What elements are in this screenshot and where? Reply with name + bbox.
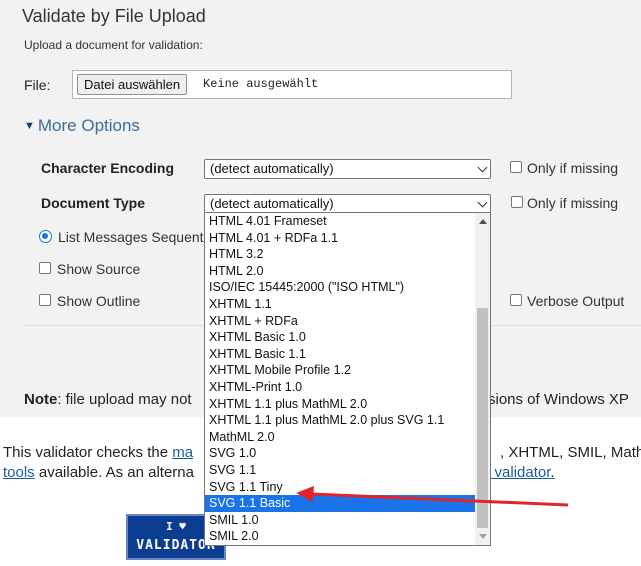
dropdown-option[interactable]: XHTML Basic 1.0 xyxy=(205,329,475,346)
character-encoding-label: Character Encoding xyxy=(41,160,175,176)
upload-note-tail: sions of Windows XP xyxy=(488,391,629,408)
dropdown-option[interactable]: SMIL 2.0 xyxy=(205,528,475,545)
intro-text: This validator checks the xyxy=(3,444,173,461)
dropdown-option[interactable]: HTML 2.0 xyxy=(205,263,475,280)
choose-file-button[interactable]: Datei auswählen xyxy=(77,74,188,95)
doctype-only-if-missing-label: Only if missing xyxy=(527,195,619,211)
encoding-only-if-missing-label: Only if missing xyxy=(527,160,619,176)
intro-paragraph-line1-tail: , XHTML, SMIL, Math xyxy=(500,444,641,461)
dropdown-option[interactable]: XHTML 1.1 plus MathML 2.0 xyxy=(205,396,475,413)
alternative-text: available. As an alterna xyxy=(34,464,194,481)
dropdown-option[interactable]: XHTML 1.1 plus MathML 2.0 plus SVG 1.1 xyxy=(205,412,475,429)
dropdown-option-list: HTML 4.01 Frameset HTML 4.01 + RDFa 1.1 HT… xyxy=(205,213,475,545)
page-subtitle: Upload a document for validation: xyxy=(24,38,203,52)
doctype-only-if-missing-checkbox[interactable] xyxy=(511,196,523,208)
dropdown-option[interactable]: SMIL 1.0 xyxy=(205,512,475,529)
dropdown-option[interactable]: SVG 1.1 Tiny xyxy=(205,479,475,496)
character-encoding-value: (detect automatically) xyxy=(210,161,334,176)
file-label: File: xyxy=(24,77,51,93)
dropdown-option[interactable]: XHTML 1.1 xyxy=(205,296,475,313)
markup-link[interactable]: ma xyxy=(172,444,193,461)
dropdown-option[interactable]: ISO/IEC 15445:2000 ("ISO HTML") xyxy=(205,279,475,296)
file-input[interactable]: Datei auswählen Keine ausgewählt xyxy=(72,70,512,99)
validator-link-text: l validator xyxy=(487,464,551,481)
scrollbar-thumb[interactable] xyxy=(477,308,488,528)
dropdown-option[interactable]: XHTML + RDFa xyxy=(205,313,475,330)
show-outline-label: Show Outline xyxy=(57,293,141,309)
show-source-label: Show Source xyxy=(57,261,141,277)
dropdown-scrollbar[interactable] xyxy=(475,213,490,545)
dropdown-option[interactable]: SVG 1.0 xyxy=(205,445,475,462)
dropdown-option[interactable]: XHTML Basic 1.1 xyxy=(205,346,475,363)
dropdown-option[interactable]: HTML 3.2 xyxy=(205,246,475,263)
intro-paragraph-line2: tools available. As an alterna xyxy=(3,464,194,481)
upload-note: Note: file upload may not xyxy=(24,391,192,408)
more-options-label: More Options xyxy=(37,116,140,135)
note-label: Note xyxy=(24,391,58,408)
dropdown-option[interactable]: XHTML Mobile Profile 1.2 xyxy=(205,362,475,379)
dropdown-option[interactable]: HTML 4.01 Frameset xyxy=(205,213,475,230)
note-text: : file upload may not xyxy=(57,391,192,408)
triangle-down-icon: ▼ xyxy=(24,120,35,132)
document-type-select[interactable]: (detect automatically) xyxy=(204,194,491,214)
list-messages-label: List Messages Sequent xyxy=(58,229,204,245)
tools-link[interactable]: tools xyxy=(3,464,35,481)
document-type-label: Document Type xyxy=(41,195,145,211)
character-encoding-select[interactable]: (detect automatically) xyxy=(204,159,491,179)
file-status-text: Keine ausgewählt xyxy=(203,77,319,91)
show-outline-checkbox[interactable] xyxy=(39,294,51,306)
intro-paragraph-line1: This validator checks the ma xyxy=(3,444,193,461)
period-text: . xyxy=(550,464,555,481)
document-type-dropdown[interactable]: HTML 4.01 Frameset HTML 4.01 + RDFa 1.1 HT… xyxy=(204,212,491,546)
show-source-checkbox[interactable] xyxy=(39,262,51,274)
verbose-output-checkbox[interactable] xyxy=(510,294,522,306)
dropdown-option[interactable]: SVG 1.1 xyxy=(205,462,475,479)
validator-link[interactable]: l validator. xyxy=(487,464,555,481)
chevron-down-icon xyxy=(477,162,488,173)
chevron-down-icon xyxy=(477,197,488,208)
dropdown-option[interactable]: XHTML-Print 1.0 xyxy=(205,379,475,396)
scroll-up-arrow-icon[interactable] xyxy=(479,219,487,224)
dropdown-option[interactable]: HTML 4.01 + RDFa 1.1 xyxy=(205,230,475,247)
more-options-toggle[interactable]: ▼ More Options xyxy=(24,116,140,136)
page-title: Validate by File Upload xyxy=(22,6,206,26)
encoding-only-if-missing-checkbox[interactable] xyxy=(510,161,522,173)
dropdown-option[interactable]: SVG 1.1 Basic xyxy=(205,495,475,512)
scroll-down-arrow-icon[interactable] xyxy=(479,534,487,539)
list-messages-radio[interactable] xyxy=(39,230,52,243)
document-type-value: (detect automatically) xyxy=(210,196,334,211)
verbose-output-label: Verbose Output xyxy=(527,293,625,309)
dropdown-option[interactable]: MathML 2.0 xyxy=(205,429,475,446)
